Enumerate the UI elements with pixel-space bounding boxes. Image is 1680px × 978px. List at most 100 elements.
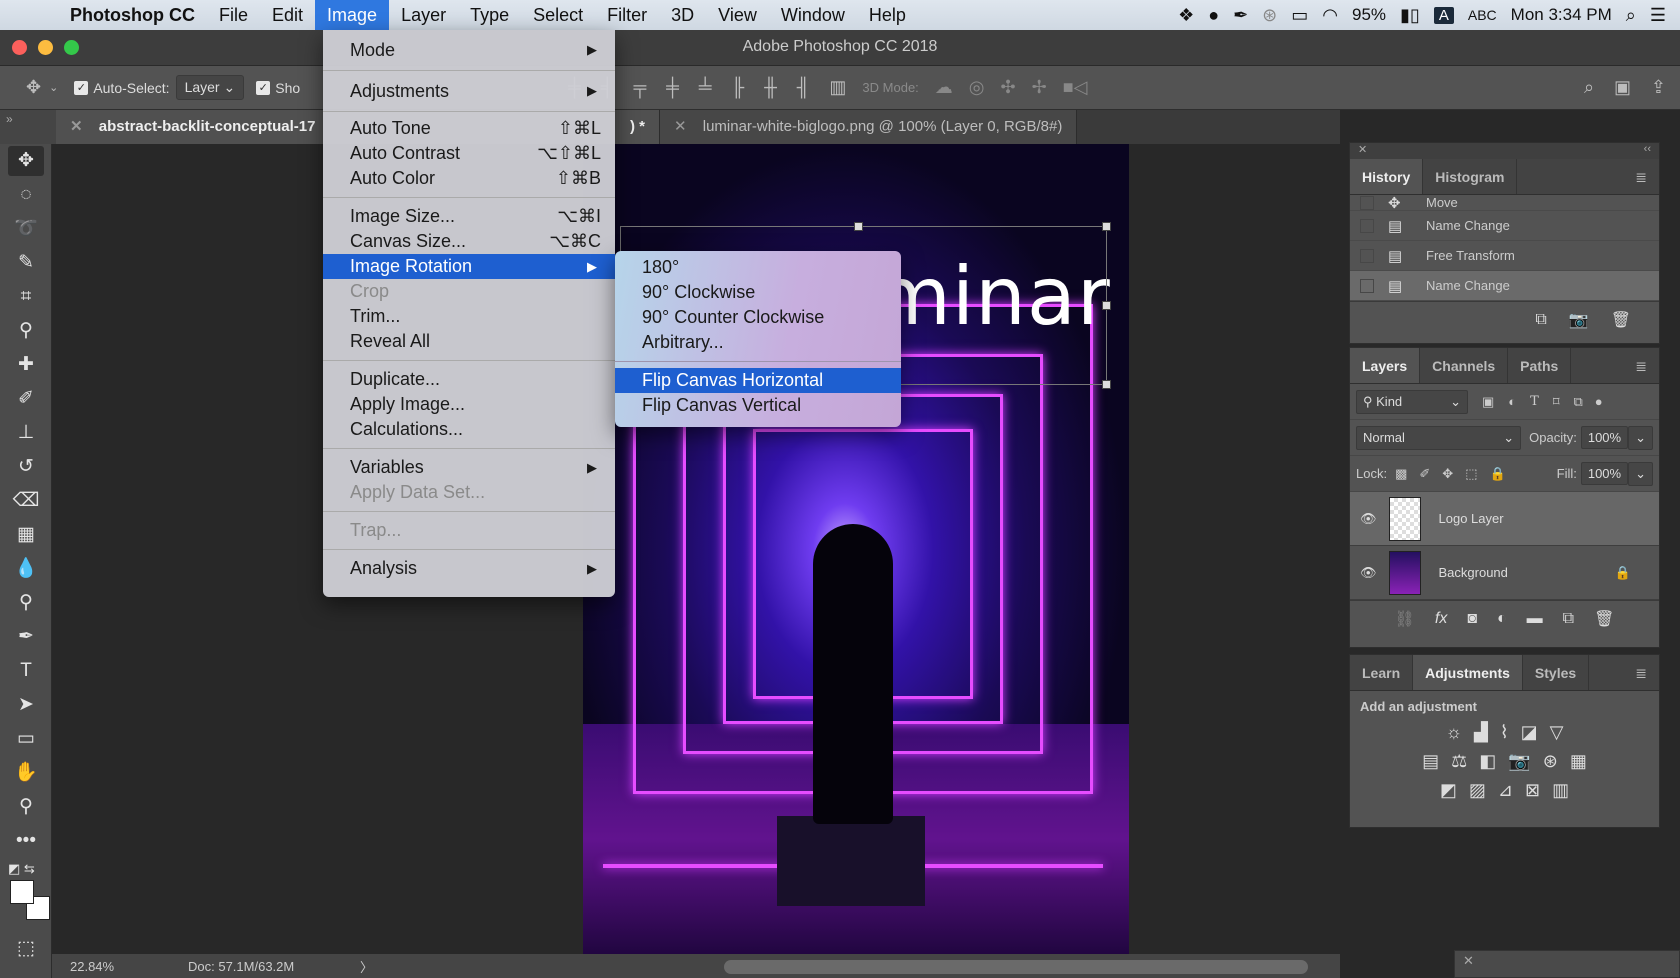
distribute-center-icon[interactable]: ╫ [764,77,777,97]
trash-icon[interactable]: 🗑 [1594,609,1614,629]
feather-icon[interactable]: ✒ [1233,5,1248,26]
menu-3d[interactable]: 3D [659,0,706,30]
show-transform-checkbox[interactable]: ✓ [256,80,271,95]
type-tool-icon[interactable]: T [8,656,44,686]
eyedropper-tool-icon[interactable]: ⚲ [8,316,44,346]
3d-slide-icon[interactable]: ✢ [1032,77,1047,98]
history-snapshot-checkbox[interactable] [1360,195,1374,210]
menu-view[interactable]: View [706,0,769,30]
history-item[interactable]: ▤ Free Transform [1350,241,1659,271]
snapshot-camera-icon[interactable]: 📷 [1569,310,1589,330]
menu-item-analysis[interactable]: Analysis ▶ [323,556,615,581]
tab-paths[interactable]: Paths [1508,348,1572,383]
posterize-icon[interactable]: ▨ [1469,780,1486,801]
pen-tool-icon[interactable]: ✒ [8,622,44,652]
close-tab-icon[interactable]: ✕ [70,118,83,135]
invert-icon[interactable]: ◩ [1440,780,1457,801]
new-adjustment-layer-icon[interactable]: ◐ [1497,610,1507,628]
filter-adjustment-icon[interactable]: ◐ [1508,394,1516,409]
black-white-icon[interactable]: ◧ [1479,751,1496,772]
menu-window[interactable]: Window [769,0,857,30]
layer-row-background[interactable]: 👁 Background 🔒 [1350,546,1659,600]
threshold-icon[interactable]: ⊿ [1498,780,1513,801]
fx-icon[interactable]: fx [1435,610,1447,628]
visibility-eye-icon[interactable]: 👁 [1360,511,1377,527]
auto-select-dropdown[interactable]: Layer ⌄ [175,75,245,100]
toolbar-expand-button[interactable]: » [0,110,56,144]
layer-kind-filter[interactable]: ⚲ Kind ⌄ [1356,389,1468,414]
3d-roll-icon[interactable]: ◎ [969,77,985,98]
tab-styles[interactable]: Styles [1523,655,1590,690]
tab-luminar-logo[interactable]: ✕ luminar-white-biglogo.png @ 100% (Laye… [660,110,1078,144]
menu-item-auto-contrast[interactable]: Auto Contrast ⌥⇧⌘L [323,141,615,166]
new-layer-icon[interactable]: ⧉ [1563,610,1574,628]
history-item[interactable]: ▤ Name Change [1350,271,1659,301]
submenu-item-flip-horizontal[interactable]: Flip Canvas Horizontal [615,368,901,393]
fill-field[interactable]: 100% [1580,462,1629,485]
menu-help[interactable]: Help [857,0,918,30]
submenu-item-flip-vertical[interactable]: Flip Canvas Vertical [615,393,901,418]
transform-handle[interactable] [1102,301,1111,310]
menu-item-adjustments[interactable]: Adjustments ▶ [323,71,615,111]
menu-file[interactable]: File [207,0,260,30]
panel-menu-icon[interactable]: ≣ [1623,348,1659,383]
collapse-panel-icon[interactable]: ‹‹ [1644,143,1651,159]
transform-handle[interactable] [1102,380,1111,389]
vibrance-icon[interactable]: ▽ [1550,722,1564,743]
crop-tool-icon[interactable]: ⌗ [8,282,44,312]
brush-tool-icon[interactable]: ✐ [8,384,44,414]
path-selection-tool-icon[interactable]: ➤ [8,690,44,720]
lock-position-icon[interactable]: ✥ [1442,466,1453,482]
menu-item-auto-color[interactable]: Auto Color ⇧⌘B [323,166,615,191]
auto-align-icon[interactable]: ▥ [829,77,846,97]
lock-image-icon[interactable]: ✐ [1419,466,1430,482]
color-balance-icon[interactable]: ⚖ [1451,751,1467,772]
menu-item-reveal-all[interactable]: Reveal All [323,329,615,354]
notification-center-icon[interactable]: ☰ [1650,5,1666,26]
menu-app-name[interactable]: Photoshop CC [60,0,207,30]
brightness-contrast-icon[interactable]: ☼ [1446,722,1463,743]
hand-tool-icon[interactable]: ✋ [8,758,44,788]
healing-brush-tool-icon[interactable]: ✚ [8,350,44,380]
zoom-tool-icon[interactable]: ⚲ [8,792,44,822]
creative-cloud-icon[interactable]: ⊛ [1262,5,1277,26]
history-brush-tool-icon[interactable]: ↺ [8,452,44,482]
menubar-clock[interactable]: Mon 3:34 PM [1511,5,1612,25]
tab-channels[interactable]: Channels [1420,348,1509,383]
menu-item-image-size[interactable]: Image Size... ⌥⌘I [323,204,615,229]
tab-learn[interactable]: Learn [1350,655,1414,690]
menu-item-variables[interactable]: Variables ▶ [323,455,615,480]
zoom-level[interactable]: 22.84% [52,959,184,974]
evernote-icon[interactable]: ● [1208,5,1219,26]
blur-tool-icon[interactable]: 💧 [8,554,44,584]
input-source-label[interactable]: ABC [1468,7,1497,23]
fill-dropdown-icon[interactable]: ⌄ [1628,461,1653,486]
layer-name[interactable]: Background [1439,565,1508,580]
transform-handle[interactable] [854,222,863,231]
foreground-color-swatch[interactable] [10,880,34,904]
curves-icon[interactable]: ⌇ [1500,722,1509,743]
tab-adjustments[interactable]: Adjustments [1413,655,1523,690]
menu-item-canvas-size[interactable]: Canvas Size... ⌥⌘C [323,229,615,254]
tab-history[interactable]: History [1350,159,1424,194]
levels-icon[interactable]: ▟ [1474,722,1488,743]
align-bottom-edges-icon[interactable]: ╧ [699,77,712,97]
distribute-left-icon[interactable]: ╟ [731,77,744,97]
menu-image[interactable]: Image [315,0,390,30]
menu-layer[interactable]: Layer [389,0,458,30]
workspace-icon[interactable]: ▣ [1614,77,1631,97]
menu-type[interactable]: Type [458,0,521,30]
submenu-item-90-ccw[interactable]: 90° Counter Clockwise [615,305,901,330]
dropbox-icon[interactable]: ❖ [1178,5,1194,26]
add-mask-icon[interactable]: ◙ [1467,610,1477,628]
history-snapshot-checkbox[interactable] [1360,278,1374,293]
exposure-icon[interactable]: ◪ [1521,722,1538,743]
menu-item-apply-image[interactable]: Apply Image... [323,392,615,417]
close-panel-icon[interactable]: ✕ [1463,953,1474,968]
layer-name[interactable]: Logo Layer [1439,511,1504,526]
gradient-map-icon[interactable]: ▥ [1552,780,1569,801]
lasso-tool-icon[interactable]: ➰ [8,214,44,244]
menu-item-trim[interactable]: Trim... [323,304,615,329]
filter-toggle[interactable]: ● [1595,394,1603,409]
close-panel-icon[interactable]: ✕ [1358,143,1367,159]
